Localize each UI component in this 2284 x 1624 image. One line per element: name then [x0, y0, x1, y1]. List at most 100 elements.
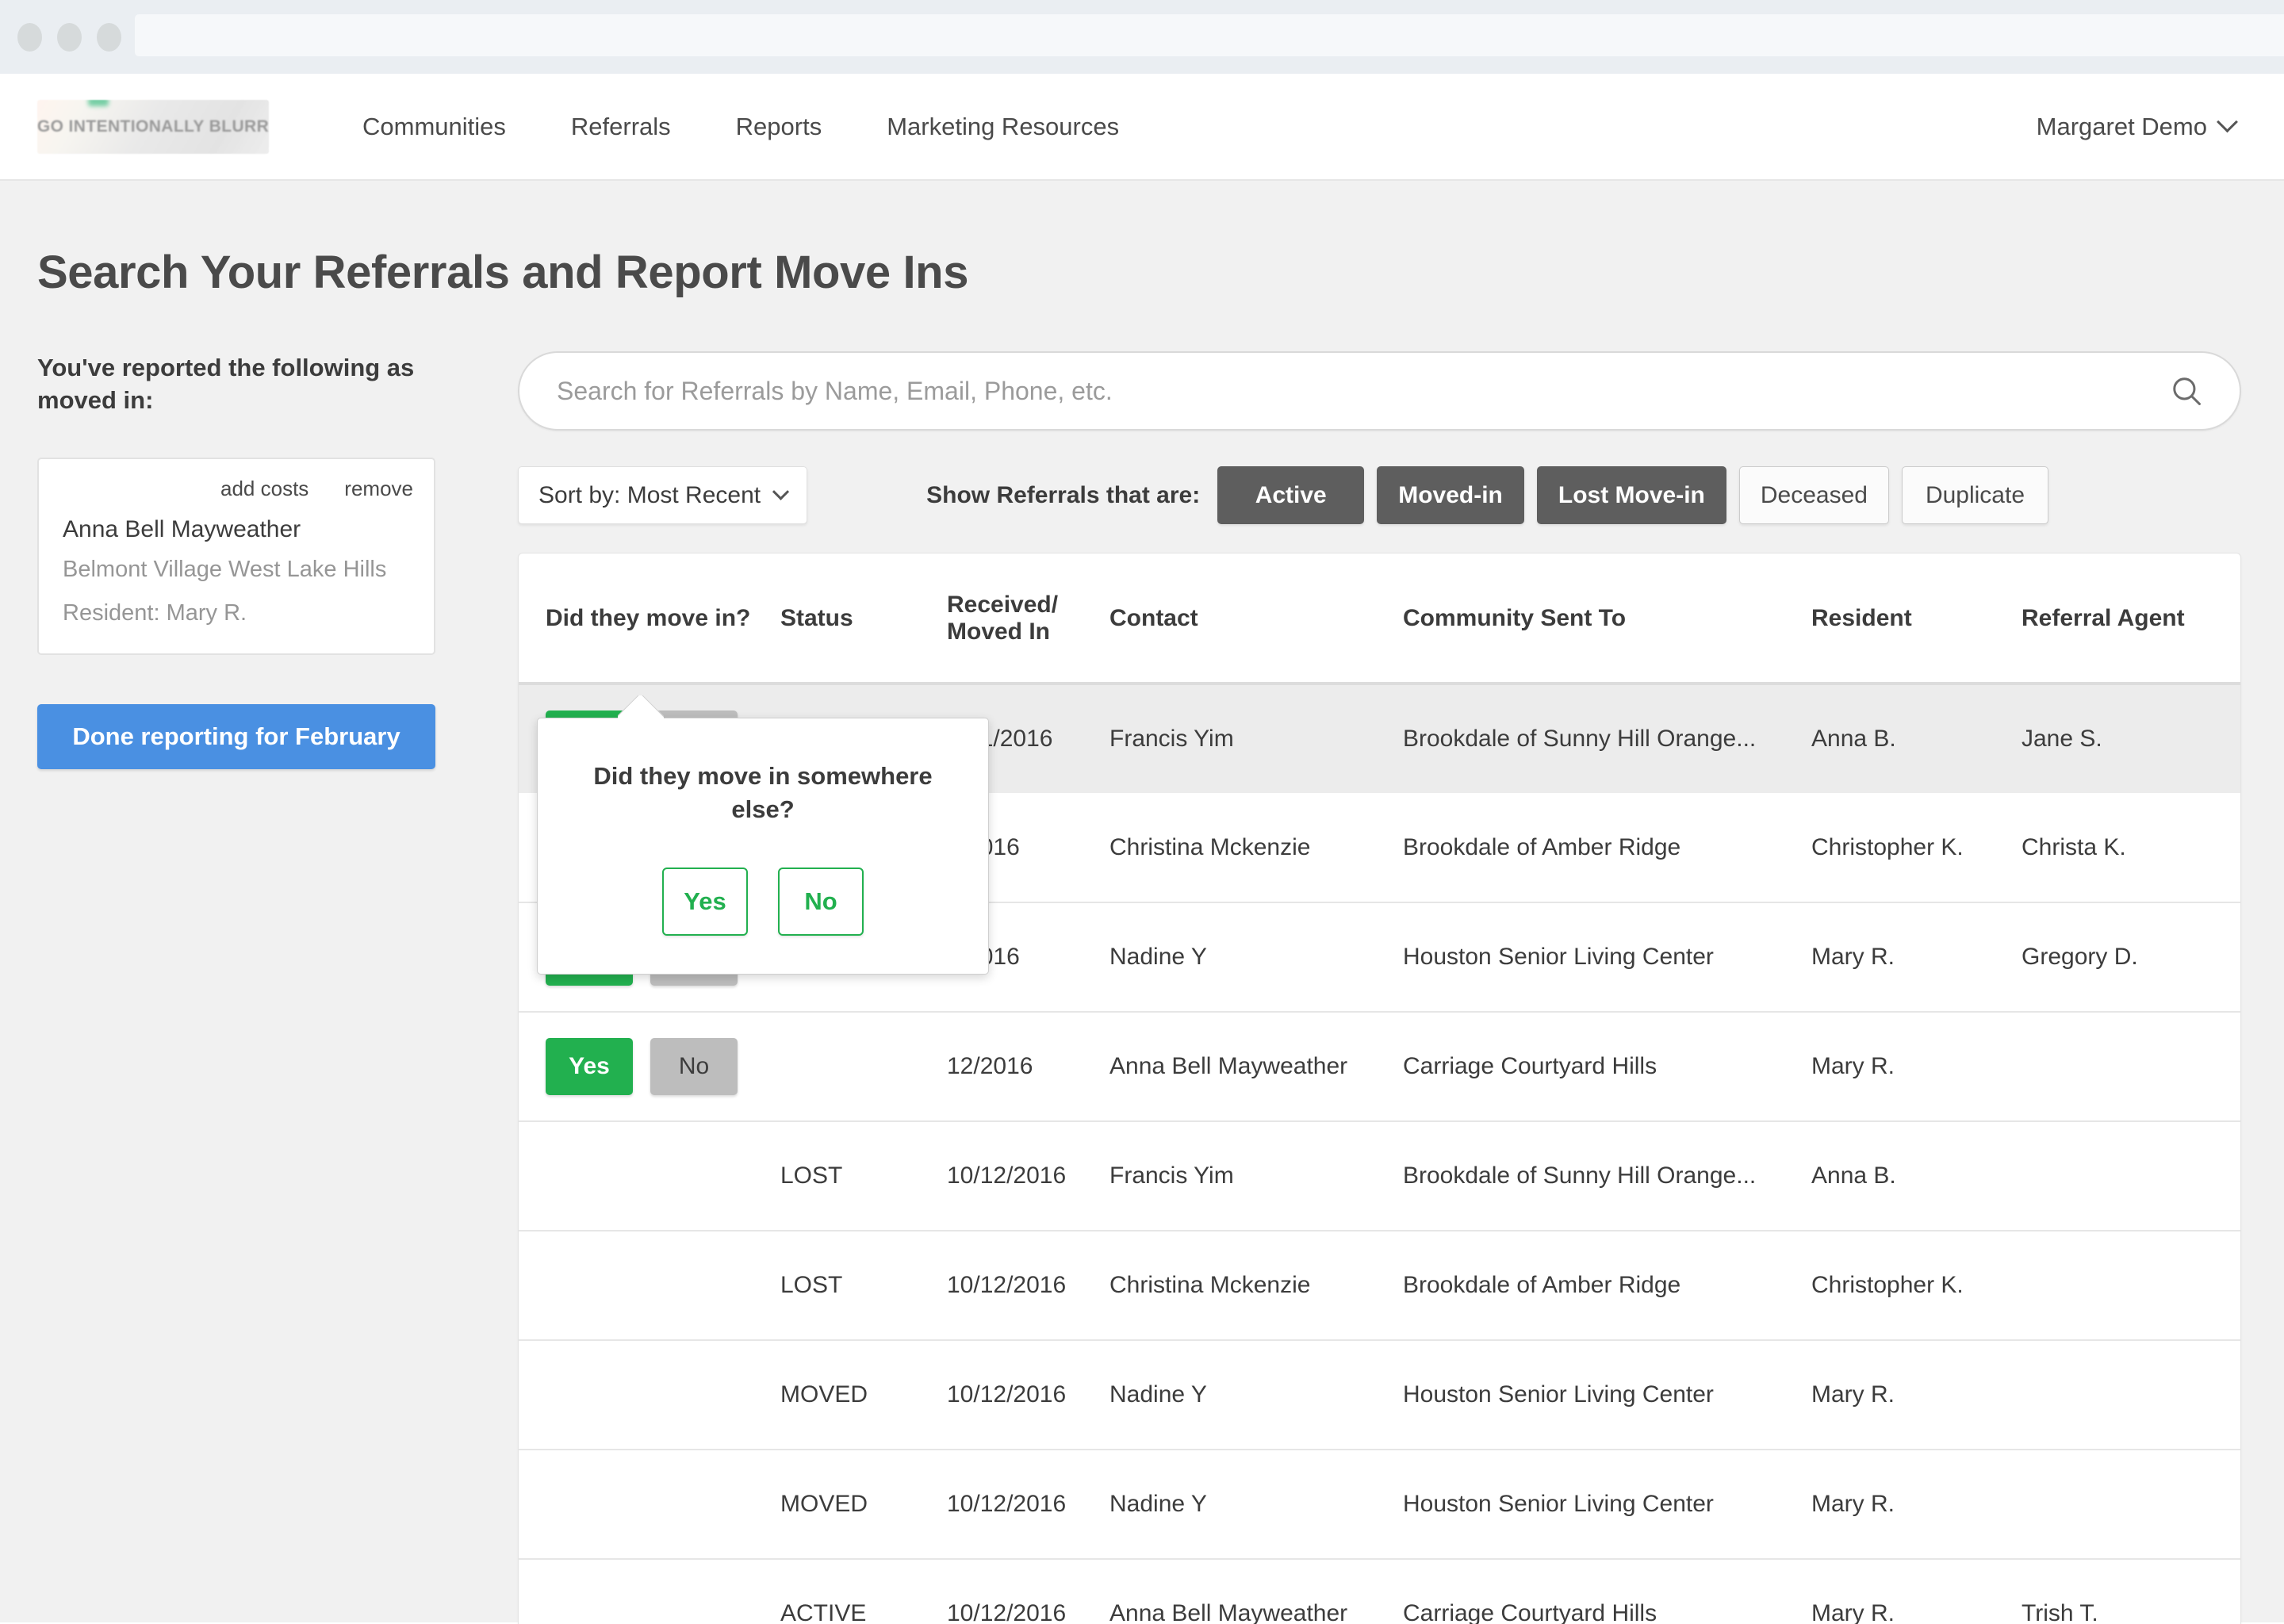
page-body: Search Your Referrals and Report Move In…: [0, 181, 2284, 1624]
cell-resident: Mary R.: [1811, 1340, 2021, 1450]
cell-move-in-actions: [519, 1450, 780, 1560]
cell-resident: Anna B.: [1811, 1121, 2021, 1231]
popover-yes-button[interactable]: Yes: [662, 867, 748, 936]
column-header-did-they-move-in[interactable]: Did they move in?: [519, 553, 780, 685]
cell-referral-agent: Christa K.: [2021, 793, 2240, 903]
table-header-row: Did they move in? Status Received/ Moved…: [519, 553, 2240, 685]
reported-sidebar: You've reported the following as moved i…: [37, 351, 518, 1624]
reported-move-in-card: add costs remove Anna Bell Mayweather Be…: [37, 458, 435, 655]
column-header-status[interactable]: Status: [780, 553, 947, 685]
cell-move-in-actions: [519, 1340, 780, 1450]
cell-community: Brookdale of Amber Ridge: [1403, 793, 1811, 903]
cell-referral-agent: Jane S.: [2021, 684, 2240, 793]
cell-move-in-actions: [519, 1121, 780, 1231]
cell-referral-agent: [2021, 1450, 2240, 1560]
reported-card-actions: add costs remove: [63, 477, 413, 501]
table-row[interactable]: MOVED 10/12/2016 Nadine Y Houston Senior Li…: [519, 1450, 2240, 1560]
referrals-table: Did they move in? Status Received/ Moved…: [519, 553, 2240, 1624]
cell-resident: Mary R.: [1811, 1012, 2021, 1122]
cell-referral-agent: [2021, 1121, 2240, 1231]
popover-no-button[interactable]: No: [778, 867, 864, 936]
column-header-referral-agent[interactable]: Referral Agent: [2021, 553, 2240, 685]
column-header-received-moved-in[interactable]: Received/ Moved In: [947, 553, 1109, 685]
cell-status: MOVED: [780, 1340, 947, 1450]
cell-community: Houston Senior Living Center: [1403, 902, 1811, 1013]
cell-community: Houston Senior Living Center: [1403, 1340, 1811, 1450]
filter-pill-duplicate[interactable]: Duplicate: [1901, 466, 2048, 524]
row-yes-button[interactable]: Yes: [546, 1038, 633, 1095]
column-header-resident[interactable]: Resident: [1811, 553, 2021, 685]
cell-contact: Francis Yim: [1109, 1121, 1403, 1231]
cell-resident: Mary R.: [1811, 1559, 2021, 1624]
cell-referral-agent: Trish T.: [2021, 1559, 2240, 1624]
app-header: LOGO INTENTIONALLY BLURRED Communities R…: [0, 74, 2284, 181]
cell-date: 10/12/2016: [947, 1450, 1109, 1560]
sidebar-heading: You've reported the following as moved i…: [37, 354, 415, 415]
search-input[interactable]: [518, 351, 2241, 431]
column-header-received-line1: Received/: [947, 592, 1059, 618]
cell-community: Brookdale of Sunny Hill Orange...: [1403, 684, 1811, 793]
table-row[interactable]: LOST 10/12/2016 Christina Mckenzie Brookdal…: [519, 1231, 2240, 1341]
cell-contact: Anna Bell Mayweather: [1109, 1559, 1403, 1624]
minimize-window-icon[interactable]: [57, 22, 82, 52]
popover-buttons: Yes No: [573, 867, 953, 936]
filter-pill-active[interactable]: Active: [1217, 466, 1365, 524]
nav-item-marketing-resources[interactable]: Marketing Resources: [854, 113, 1152, 141]
address-bar[interactable]: [135, 14, 2284, 56]
filter-pill-deceased[interactable]: Deceased: [1738, 466, 1889, 524]
cell-resident: Anna B.: [1811, 684, 2021, 793]
sort-by-label: Sort by: Most Recent: [538, 481, 761, 508]
table-row[interactable]: MOVED 10/12/2016 Nadine Y Houston Senior Li…: [519, 1340, 2240, 1450]
referrals-main: Sort by: Most Recent Show Referrals that…: [518, 351, 2241, 1624]
cell-resident: Christopher K.: [1811, 1231, 2021, 1341]
browser-chrome: [0, 0, 2284, 74]
column-header-received-line2: Moved In: [947, 619, 1051, 645]
filter-pill-moved-in[interactable]: Moved-in: [1377, 466, 1524, 524]
page-title: Search Your Referrals and Report Move In…: [37, 247, 969, 298]
cell-date: 12/2016: [947, 1012, 1109, 1122]
cell-community: Brookdale of Amber Ridge: [1403, 1231, 1811, 1341]
popover-title: Did they move in somewhere else?: [593, 762, 933, 823]
sort-by-dropdown[interactable]: Sort by: Most Recent: [518, 466, 808, 524]
cell-contact: Christina Mckenzie: [1109, 1231, 1403, 1341]
nav-item-referrals[interactable]: Referrals: [538, 113, 703, 141]
cell-resident: Mary R.: [1811, 1450, 2021, 1560]
site-logo-label: LOGO INTENTIONALLY BLURRED: [37, 117, 269, 136]
cell-status: LOST: [780, 1231, 947, 1341]
close-window-icon[interactable]: [17, 22, 42, 52]
table-row[interactable]: LOST 10/12/2016 Francis Yim Brookdale of Su…: [519, 1121, 2240, 1231]
cell-move-in-actions: [519, 1559, 780, 1624]
row-no-button[interactable]: No: [650, 1038, 738, 1095]
cell-move-in-actions: Yes No: [519, 1012, 780, 1122]
cell-resident: Mary R.: [1811, 902, 2021, 1013]
table-row[interactable]: Yes No 12/2016 Anna Bell Mayweather Carriage…: [519, 1012, 2240, 1122]
nav-item-communities[interactable]: Communities: [330, 113, 538, 141]
column-header-contact[interactable]: Contact: [1109, 553, 1403, 685]
cell-contact: Nadine Y: [1109, 902, 1403, 1013]
cell-date: 10/12/2016: [947, 1559, 1109, 1624]
cell-status: MOVED: [780, 1450, 947, 1560]
cell-resident: Christopher K.: [1811, 793, 2021, 903]
filter-pill-lost-move-in[interactable]: Lost Move-in: [1536, 466, 1726, 524]
cell-contact: Francis Yim: [1109, 684, 1403, 793]
site-logo[interactable]: LOGO INTENTIONALLY BLURRED: [37, 99, 269, 154]
add-costs-link[interactable]: add costs: [220, 477, 308, 501]
search-icon[interactable]: [2170, 374, 2203, 408]
page-content: You've reported the following as moved i…: [0, 299, 2284, 1624]
cell-status: [780, 1012, 947, 1122]
remove-link[interactable]: remove: [344, 477, 413, 501]
window-traffic-lights: [17, 22, 121, 52]
maximize-window-icon[interactable]: [97, 22, 121, 52]
search-bar: [518, 351, 2241, 431]
user-account-menu[interactable]: Margaret Demo: [2036, 111, 2241, 141]
cell-contact: Anna Bell Mayweather: [1109, 1012, 1403, 1122]
cell-referral-agent: [2021, 1231, 2240, 1341]
cell-contact: Nadine Y: [1109, 1450, 1403, 1560]
done-reporting-button[interactable]: Done reporting for February: [37, 703, 435, 769]
nav-item-reports[interactable]: Reports: [703, 113, 855, 141]
cell-date: 10/12/2016: [947, 1121, 1109, 1231]
table-row[interactable]: ACTIVE 10/12/2016 Anna Bell Mayweather Carr…: [519, 1559, 2240, 1624]
user-account-name: Margaret Demo: [2036, 112, 2207, 140]
main-navigation: Communities Referrals Reports Marketing …: [330, 113, 1152, 141]
column-header-community-sent-to[interactable]: Community Sent To: [1403, 553, 1811, 685]
